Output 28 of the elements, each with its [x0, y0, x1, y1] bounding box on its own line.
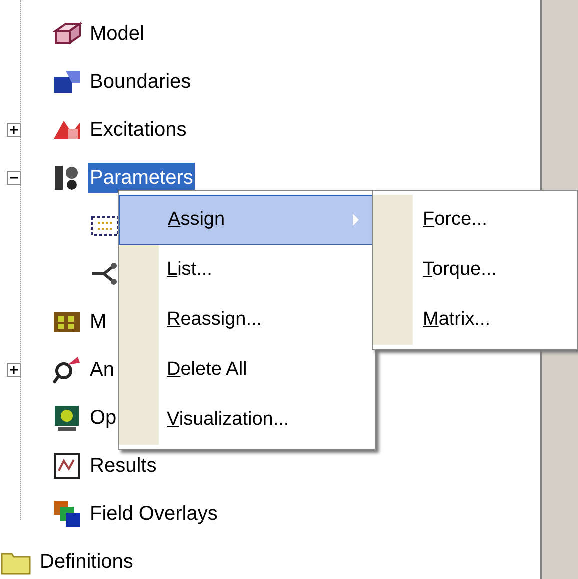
- menu-item[interactable]: Force...: [373, 195, 577, 245]
- menu-item[interactable]: Torque...: [373, 245, 577, 295]
- tree-item[interactable]: Parameters: [88, 163, 196, 193]
- menu-item[interactable]: Delete All: [119, 345, 375, 395]
- monitor-icon: [52, 403, 82, 433]
- tree-item[interactable]: An: [88, 355, 116, 385]
- box-icon: [52, 21, 82, 47]
- menu-item[interactable]: Matrix...: [373, 295, 577, 345]
- chart-icon: [52, 451, 82, 481]
- expander-icon[interactable]: [7, 171, 21, 185]
- layers-icon: [52, 499, 82, 529]
- tree-item[interactable]: Boundaries: [88, 67, 194, 97]
- expander-icon[interactable]: [7, 123, 21, 137]
- menu-item[interactable]: List...: [119, 245, 375, 295]
- expander-icon[interactable]: [7, 363, 21, 377]
- mesh-icon: [52, 309, 82, 335]
- menu-item[interactable]: Reassign...: [119, 295, 375, 345]
- tree-item[interactable]: Field Overlays: [88, 499, 220, 529]
- submenu-arrow-icon: [352, 213, 360, 227]
- tree-item[interactable]: Excitations: [88, 115, 189, 145]
- tree-item[interactable]: Results: [88, 451, 159, 481]
- tree-item[interactable]: Op: [88, 403, 119, 433]
- tree-item[interactable]: Model: [88, 19, 146, 49]
- menu-item[interactable]: Assign: [119, 195, 375, 245]
- magnifier-icon: [52, 355, 82, 385]
- menu-item[interactable]: Visualization...: [119, 395, 375, 445]
- tree-item[interactable]: Definitions: [38, 547, 136, 577]
- tree-item[interactable]: M: [88, 307, 109, 337]
